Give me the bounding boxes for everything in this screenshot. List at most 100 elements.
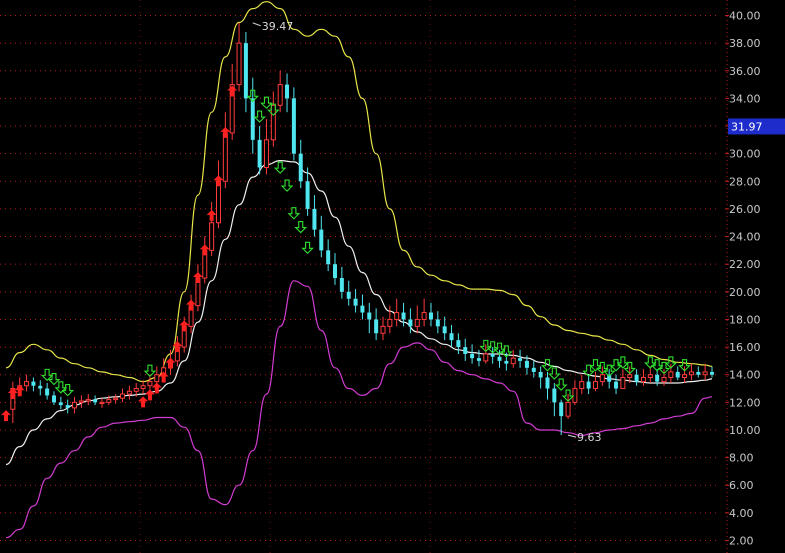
candle-body: [333, 264, 338, 278]
low-price-annotation: 9.63: [577, 431, 602, 444]
candle-body: [497, 356, 502, 361]
y-tick-label: 34.00: [729, 92, 761, 105]
candle-body: [579, 381, 585, 390]
y-tick-label: 38.00: [729, 37, 761, 50]
candle-body: [655, 374, 660, 382]
candle-body: [326, 250, 331, 265]
candle-body: [120, 393, 126, 399]
candle-body: [545, 377, 550, 389]
candle-body: [470, 353, 475, 359]
candle-body: [640, 376, 646, 383]
candle-body: [367, 312, 372, 320]
candle-body: [277, 84, 283, 106]
candle-body: [675, 371, 680, 378]
candle-body: [401, 312, 406, 320]
candle-body: [374, 319, 379, 334]
chart-background: [0, 0, 785, 553]
candle-body: [312, 208, 317, 230]
y-tick-label: 24.00: [729, 231, 761, 244]
candlestick-chart-svg[interactable]: 2.00 4.00 6.00 8.00 10.00 12.00 14.00 16.00 18.0…: [0, 0, 785, 553]
candle-body: [476, 358, 481, 361]
candle-body: [463, 347, 468, 354]
candle-body: [387, 318, 393, 327]
candle-body: [257, 139, 262, 168]
candle-body: [222, 132, 228, 182]
candle-body: [298, 153, 303, 182]
y-tick-label: 4.00: [729, 507, 754, 520]
candle-body: [696, 371, 701, 375]
y-tick-label: 18.00: [729, 313, 761, 326]
candle-body: [93, 399, 98, 403]
y-tick-label: 26.00: [729, 203, 761, 216]
y-tick-label: 22.00: [729, 258, 761, 271]
candle-body: [380, 325, 386, 334]
candle-body: [65, 405, 70, 408]
candle-body: [559, 402, 564, 417]
candle-body: [538, 371, 543, 378]
stock-chart[interactable]: 2.00 4.00 6.00 8.00 10.00 12.00 14.00 16.00 18.0…: [0, 0, 785, 553]
y-tick-label: 6.00: [729, 479, 754, 492]
candle-body: [140, 385, 146, 390]
candle-body: [215, 180, 221, 224]
candle-body: [647, 374, 653, 378]
candle-body: [599, 374, 605, 383]
candle-body: [565, 401, 571, 417]
candle-body: [408, 319, 413, 327]
candle-body: [442, 326, 447, 334]
candle-body: [661, 376, 667, 383]
candle-body: [346, 291, 351, 299]
candle-body: [319, 229, 324, 251]
current-price-tag: 31.97: [728, 118, 785, 135]
candle-body: [483, 353, 489, 362]
candle-body: [133, 388, 139, 392]
candle-body: [38, 385, 43, 389]
candle-body: [428, 312, 433, 320]
candle-body: [72, 401, 78, 409]
candle-body: [456, 340, 461, 348]
y-tick-label: 30.00: [729, 148, 761, 161]
candle-body: [58, 402, 63, 406]
candle-body: [126, 390, 132, 395]
candle-body: [147, 381, 153, 387]
candle-body: [339, 278, 344, 292]
candle-body: [209, 222, 215, 251]
candle-body: [518, 358, 523, 361]
candle-body: [45, 388, 50, 396]
candle-body: [524, 360, 529, 368]
candle-body: [614, 381, 619, 389]
candle-body: [154, 374, 160, 383]
candle-body: [51, 395, 56, 403]
candle-body: [688, 371, 694, 376]
candle-body: [592, 381, 598, 390]
candle-body: [620, 376, 626, 390]
candle-body: [31, 381, 36, 386]
candle-body: [236, 42, 242, 86]
y-tick-label: 14.00: [729, 369, 761, 382]
candle-body: [510, 357, 516, 365]
y-tick-label: 10.00: [729, 424, 761, 437]
candle-body: [490, 353, 495, 357]
candle-body: [682, 374, 688, 378]
candle-body: [106, 399, 112, 403]
current-price-label: 31.97: [731, 120, 763, 133]
candle-body: [270, 104, 276, 141]
candle-body: [263, 139, 269, 168]
candle-body: [572, 388, 578, 403]
y-tick-label: 2.00: [729, 535, 754, 548]
y-tick-label: 16.00: [729, 341, 761, 354]
y-tick-label: 20.00: [729, 286, 761, 299]
candle-body: [504, 360, 509, 364]
candle-body: [435, 319, 440, 327]
candle-body: [360, 305, 365, 313]
candle-body: [99, 401, 105, 405]
y-tick-label: 28.00: [729, 175, 761, 188]
candle-body: [668, 371, 674, 378]
candle-body: [85, 399, 91, 402]
candle-body: [586, 381, 591, 389]
candle-body: [449, 333, 454, 341]
y-tick-label: 40.00: [729, 10, 761, 23]
candle-body: [78, 400, 84, 403]
candle-body: [353, 298, 358, 306]
candle-body: [243, 43, 248, 99]
candle-body: [421, 312, 427, 320]
